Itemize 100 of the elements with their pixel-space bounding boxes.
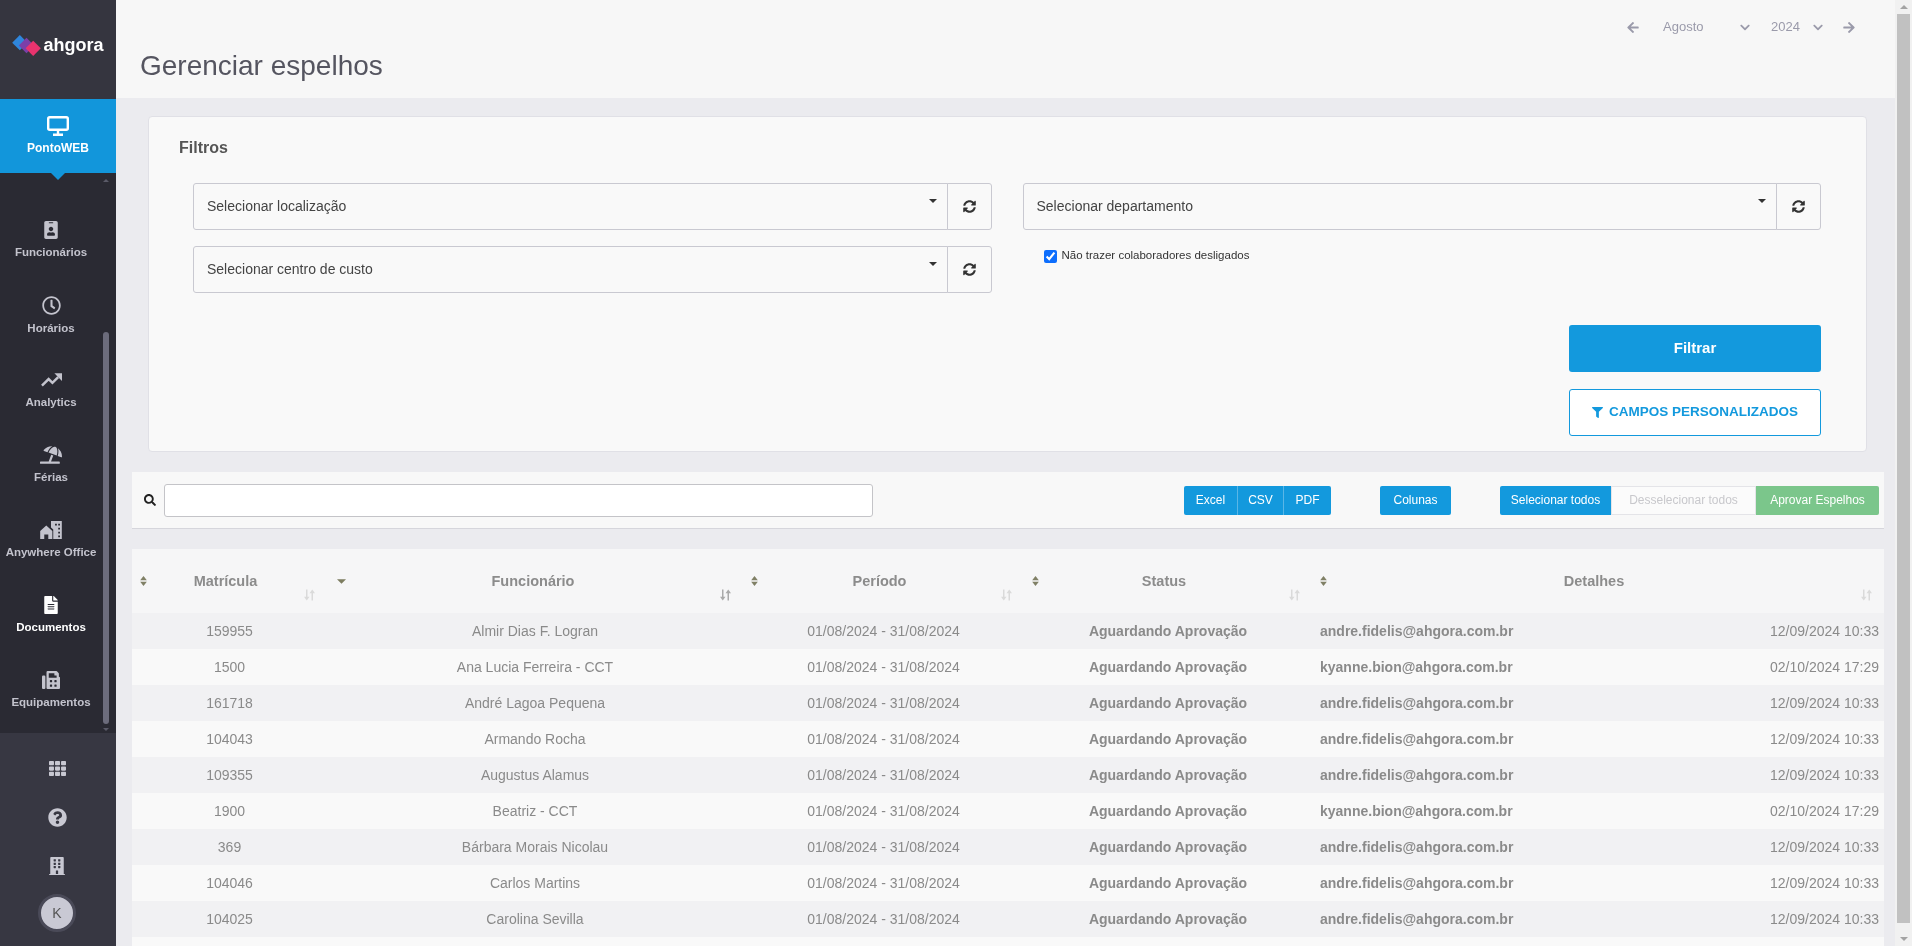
filters-title: Filtros: [179, 138, 228, 158]
sort-icon[interactable]: [1320, 576, 1327, 586]
arrow-left-icon[interactable]: [1627, 20, 1639, 34]
selection-button[interactable]: Selecionar todos: [1500, 485, 1611, 515]
logo-icon: [12, 34, 42, 56]
approve-button[interactable]: Aprovar Espelhos: [1756, 485, 1879, 515]
checkbox[interactable]: [1043, 249, 1057, 263]
clock-icon: [41, 295, 61, 315]
table-cell-text: 01/08/2024 - 31/08/2024: [807, 657, 960, 677]
column-header[interactable]: Funcionário: [491, 573, 575, 589]
export-button[interactable]: CSV: [1237, 485, 1283, 515]
dropdown-select[interactable]: Selecionar localização: [193, 183, 948, 230]
custom-fields-button[interactable]: CAMPOS PERSONALIZADOS: [1569, 389, 1821, 436]
sort-arrows-icon[interactable]: [1289, 589, 1300, 601]
month-select[interactable]: Agosto: [1663, 17, 1750, 37]
search-field[interactable]: [164, 483, 873, 517]
caret-icon: [928, 198, 937, 203]
sort-icon[interactable]: [751, 576, 758, 586]
table-cell-text: Beatriz - CCT: [492, 801, 578, 821]
date-text: 12/09/2024 10:33: [1770, 837, 1879, 857]
scroll-up-icon[interactable]: [103, 179, 109, 182]
document-icon: [44, 596, 58, 614]
column-header[interactable]: Matrícula: [193, 573, 258, 589]
scroll-down-icon[interactable]: [103, 728, 109, 731]
year-select[interactable]: 2024: [1771, 17, 1823, 37]
status-text: Aguardando Aprovação: [1088, 621, 1248, 641]
building-icon[interactable]: [49, 857, 65, 875]
sort-icon[interactable]: [140, 576, 147, 586]
column-header[interactable]: Status: [1141, 573, 1187, 589]
refresh-icon: [962, 200, 976, 213]
table-cell-text: 159955: [206, 621, 253, 641]
table-cell-text: Carolina Sevilla: [486, 909, 584, 929]
email-text: andre.fidelis@ahgora.com.br: [1320, 765, 1514, 785]
scrollbar-thumb[interactable]: [1897, 14, 1910, 923]
id-badge-icon: [44, 221, 58, 239]
scroll-down-icon[interactable]: [1899, 937, 1908, 941]
sort-arrows-icon[interactable]: [304, 589, 315, 601]
sort-caret-icon[interactable]: [337, 578, 346, 584]
date-text: 02/10/2024 17:29: [1770, 801, 1879, 821]
scroll-up-icon[interactable]: [1899, 5, 1908, 9]
sort-arrows-icon[interactable]: [720, 589, 731, 601]
status-text: Aguardando Aprovação: [1088, 693, 1248, 713]
sort-arrows-icon[interactable]: [1001, 589, 1012, 601]
user-avatar[interactable]: K: [38, 894, 76, 932]
table-cell-text: 01/08/2024 - 31/08/2024: [807, 729, 960, 749]
fax-icon: [42, 671, 60, 689]
scrollbar-thumb[interactable]: [103, 332, 109, 724]
nav-item[interactable]: Documentos: [0, 578, 102, 653]
nav-item[interactable]: Analytics: [0, 353, 102, 428]
scrollbar[interactable]: [1895, 0, 1912, 946]
monitor-icon: [47, 116, 69, 136]
search-icon: [144, 494, 156, 506]
date-text: 12/09/2024 10:33: [1770, 693, 1879, 713]
status-text: Aguardando Aprovação: [1088, 801, 1248, 821]
column-header[interactable]: Detalhes: [1563, 573, 1625, 589]
table-cell-text: 01/08/2024 - 31/08/2024: [807, 801, 960, 821]
status-text: Aguardando Aprovação: [1088, 657, 1248, 677]
column-header[interactable]: Período: [852, 573, 907, 589]
table-cell-text: Almir Dias F. Logran: [471, 621, 598, 641]
status-text: Aguardando Aprovação: [1088, 765, 1248, 785]
dropdown-select[interactable]: Selecionar departamento: [1022, 183, 1777, 230]
pointer-icon: [51, 173, 65, 180]
columns-button[interactable]: Colunas: [1380, 485, 1451, 515]
email-text: andre.fidelis@ahgora.com.br: [1320, 909, 1514, 929]
export-button[interactable]: Excel: [1184, 485, 1237, 515]
refresh-button[interactable]: [946, 246, 992, 293]
sort-icon[interactable]: [1032, 576, 1039, 586]
table-cell-text: Ana Lucia Ferreira - CCT: [456, 657, 614, 677]
email-text: andre.fidelis@ahgora.com.br: [1320, 873, 1514, 893]
refresh-icon: [1792, 200, 1805, 213]
table-cell-text: 1500: [213, 657, 246, 677]
table-cell-text: 161718: [206, 693, 253, 713]
email-text: andre.fidelis@ahgora.com.br: [1320, 837, 1514, 857]
caret-icon: [928, 261, 937, 266]
table-cell-text: 369: [217, 837, 242, 857]
nav-item[interactable]: Horários: [0, 278, 102, 353]
date-text: 12/09/2024 10:33: [1770, 873, 1879, 893]
table-cell-text: Armando Rocha: [484, 729, 586, 749]
nav-item[interactable]: Funcionários: [0, 203, 102, 278]
table-cell-text: 01/08/2024 - 31/08/2024: [807, 621, 960, 641]
date-text: 12/09/2024 10:33: [1770, 729, 1879, 749]
checkbox-label: Não trazer colaboradores desligados: [1061, 248, 1250, 264]
logo-text: ahgora: [43, 34, 104, 56]
status-text: Aguardando Aprovação: [1088, 729, 1248, 749]
dropdown-select[interactable]: Selecionar centro de custo: [193, 246, 948, 293]
export-button[interactable]: PDF: [1283, 485, 1331, 515]
beach-umbrella-icon: [40, 446, 62, 464]
help-icon[interactable]: [47, 808, 67, 827]
sort-arrows-icon[interactable]: [1861, 589, 1872, 601]
refresh-button[interactable]: [1776, 183, 1821, 230]
filter-button[interactable]: Filtrar: [1569, 325, 1821, 372]
nav-item[interactable]: Equipamentos: [0, 653, 102, 728]
nav-item[interactable]: Férias: [0, 428, 102, 503]
grid-icon[interactable]: [48, 760, 66, 777]
nav-item[interactable]: Anywhere Office: [0, 503, 102, 578]
table-cell-text: 01/08/2024 - 31/08/2024: [807, 765, 960, 785]
caret-icon: [1758, 198, 1766, 203]
page-title: Gerenciar espelhos: [140, 49, 383, 83]
arrow-right-icon[interactable]: [1843, 20, 1855, 34]
refresh-button[interactable]: [946, 183, 992, 230]
